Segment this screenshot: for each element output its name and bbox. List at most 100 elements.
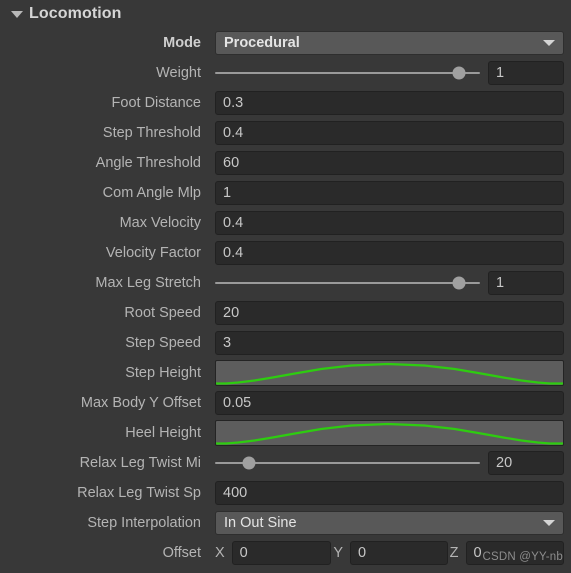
row-label: Foot Distance	[111, 95, 201, 111]
row-label: Max Velocity	[119, 215, 201, 231]
row-field: 0.05	[215, 391, 564, 415]
property-row: Com Angle Mlp 1	[0, 178, 571, 208]
axis-label-y: Y	[333, 545, 343, 561]
number-input[interactable]: 0.4	[215, 211, 564, 235]
slider[interactable]	[215, 453, 480, 473]
row-label: Com Angle Mlp	[102, 185, 201, 201]
row-field: 1	[215, 61, 564, 85]
row-field: 20	[215, 301, 564, 325]
slider[interactable]	[215, 63, 480, 83]
page-title: Locomotion	[29, 5, 122, 22]
row-field: In Out Sine	[215, 511, 564, 535]
offset-y-input[interactable]: 0	[350, 541, 448, 565]
slider-group: 1	[215, 271, 564, 295]
property-row-offset: Offset X 0 Y 0 Z 0	[0, 538, 571, 568]
number-input[interactable]: 3	[215, 331, 564, 355]
property-row: Step Threshold 0.4	[0, 118, 571, 148]
row-field: 1	[215, 181, 564, 205]
property-row: Step Height	[0, 358, 571, 388]
property-row: Heel Height	[0, 418, 571, 448]
row-label: Heel Height	[125, 425, 201, 441]
property-row: Max Body Y Offset 0.05	[0, 388, 571, 418]
slider-handle[interactable]	[452, 66, 466, 80]
dropdown-select[interactable]: Procedural	[215, 31, 564, 55]
vector3-axis-x: X 0	[215, 541, 332, 565]
row-field: 3	[215, 331, 564, 355]
row-label: Step Speed	[125, 335, 201, 351]
dropdown-value: Procedural	[224, 35, 300, 51]
row-field: 0.4	[215, 211, 564, 235]
row-field: 60	[215, 151, 564, 175]
property-row: Root Speed 20	[0, 298, 571, 328]
row-label: Step Interpolation	[87, 515, 201, 531]
row-label: Max Leg Stretch	[95, 275, 201, 291]
row-field: Procedural	[215, 31, 564, 55]
slider-group: 1	[215, 61, 564, 85]
property-row: Velocity Factor 0.4	[0, 238, 571, 268]
curve-graphic	[216, 362, 563, 385]
row-field: 1	[215, 271, 564, 295]
foldout-header-locomotion[interactable]: Locomotion	[0, 0, 571, 28]
row-label: Step Threshold	[102, 125, 201, 141]
row-field: 20	[215, 451, 564, 475]
offset-vector3-field: X 0 Y 0 Z 0	[215, 541, 564, 565]
number-input[interactable]: 60	[215, 151, 564, 175]
row-label: Weight	[156, 65, 201, 81]
slider-value-input[interactable]: 1	[488, 61, 564, 85]
row-label: Relax Leg Twist Mi	[79, 455, 201, 471]
number-input[interactable]: 0.3	[215, 91, 564, 115]
number-input[interactable]: 0.4	[215, 241, 564, 265]
row-label: Root Speed	[124, 305, 201, 321]
row-label-offset: Offset	[162, 545, 201, 561]
row-field: 0.4	[215, 121, 564, 145]
number-input[interactable]: 0.4	[215, 121, 564, 145]
property-rows: Mode Procedural Weight 1 Foot Distance 0.3 Ste…	[0, 28, 571, 538]
offset-z-input[interactable]: 0	[465, 541, 564, 565]
curve-graphic	[216, 422, 563, 445]
slider-group: 20	[215, 451, 564, 475]
row-field: 0.3	[215, 91, 564, 115]
vector3-axis-y: Y 0	[331, 541, 448, 565]
row-label: Relax Leg Twist Sp	[77, 485, 201, 501]
slider-track	[215, 72, 480, 74]
animation-curve-field[interactable]	[215, 360, 564, 386]
slider-value-input[interactable]: 20	[488, 451, 564, 475]
row-field	[215, 360, 564, 386]
number-input[interactable]: 400	[215, 481, 564, 505]
animation-curve-field[interactable]	[215, 420, 564, 446]
slider-handle[interactable]	[242, 456, 256, 470]
row-label: Step Height	[125, 365, 201, 381]
property-row: Max Leg Stretch 1	[0, 268, 571, 298]
property-row: Weight 1	[0, 58, 571, 88]
row-field: 0.4	[215, 241, 564, 265]
offset-x-input[interactable]: 0	[231, 541, 332, 565]
property-row: Max Velocity 0.4	[0, 208, 571, 238]
chevron-down-icon[interactable]	[543, 40, 555, 46]
row-label: Angle Threshold	[95, 155, 201, 171]
slider-value-input[interactable]: 1	[488, 271, 564, 295]
dropdown-value: In Out Sine	[224, 515, 297, 531]
property-row: Step Interpolation In Out Sine	[0, 508, 571, 538]
axis-label-x: X	[215, 545, 225, 561]
row-label: Mode	[163, 35, 201, 51]
number-input[interactable]: 0.05	[215, 391, 564, 415]
property-row: Relax Leg Twist Mi 20	[0, 448, 571, 478]
triangle-down-icon[interactable]	[11, 11, 23, 18]
chevron-down-icon[interactable]	[543, 520, 555, 526]
property-row: Foot Distance 0.3	[0, 88, 571, 118]
slider[interactable]	[215, 273, 480, 293]
number-input[interactable]: 20	[215, 301, 564, 325]
vector3-axis-z: Z 0	[448, 541, 564, 565]
row-field	[215, 420, 564, 446]
number-input[interactable]: 1	[215, 181, 564, 205]
unity-inspector-locomotion-panel: Locomotion Mode Procedural Weight 1 Foot Dis…	[0, 0, 571, 573]
property-row: Mode Procedural	[0, 28, 571, 58]
property-row: Angle Threshold 60	[0, 148, 571, 178]
slider-track	[215, 282, 480, 284]
property-row: Step Speed 3	[0, 328, 571, 358]
vector3-inputs: X 0 Y 0 Z 0	[215, 541, 564, 565]
slider-handle[interactable]	[452, 276, 466, 290]
row-label: Velocity Factor	[105, 245, 201, 261]
dropdown-select[interactable]: In Out Sine	[215, 511, 564, 535]
axis-label-z: Z	[449, 545, 459, 561]
